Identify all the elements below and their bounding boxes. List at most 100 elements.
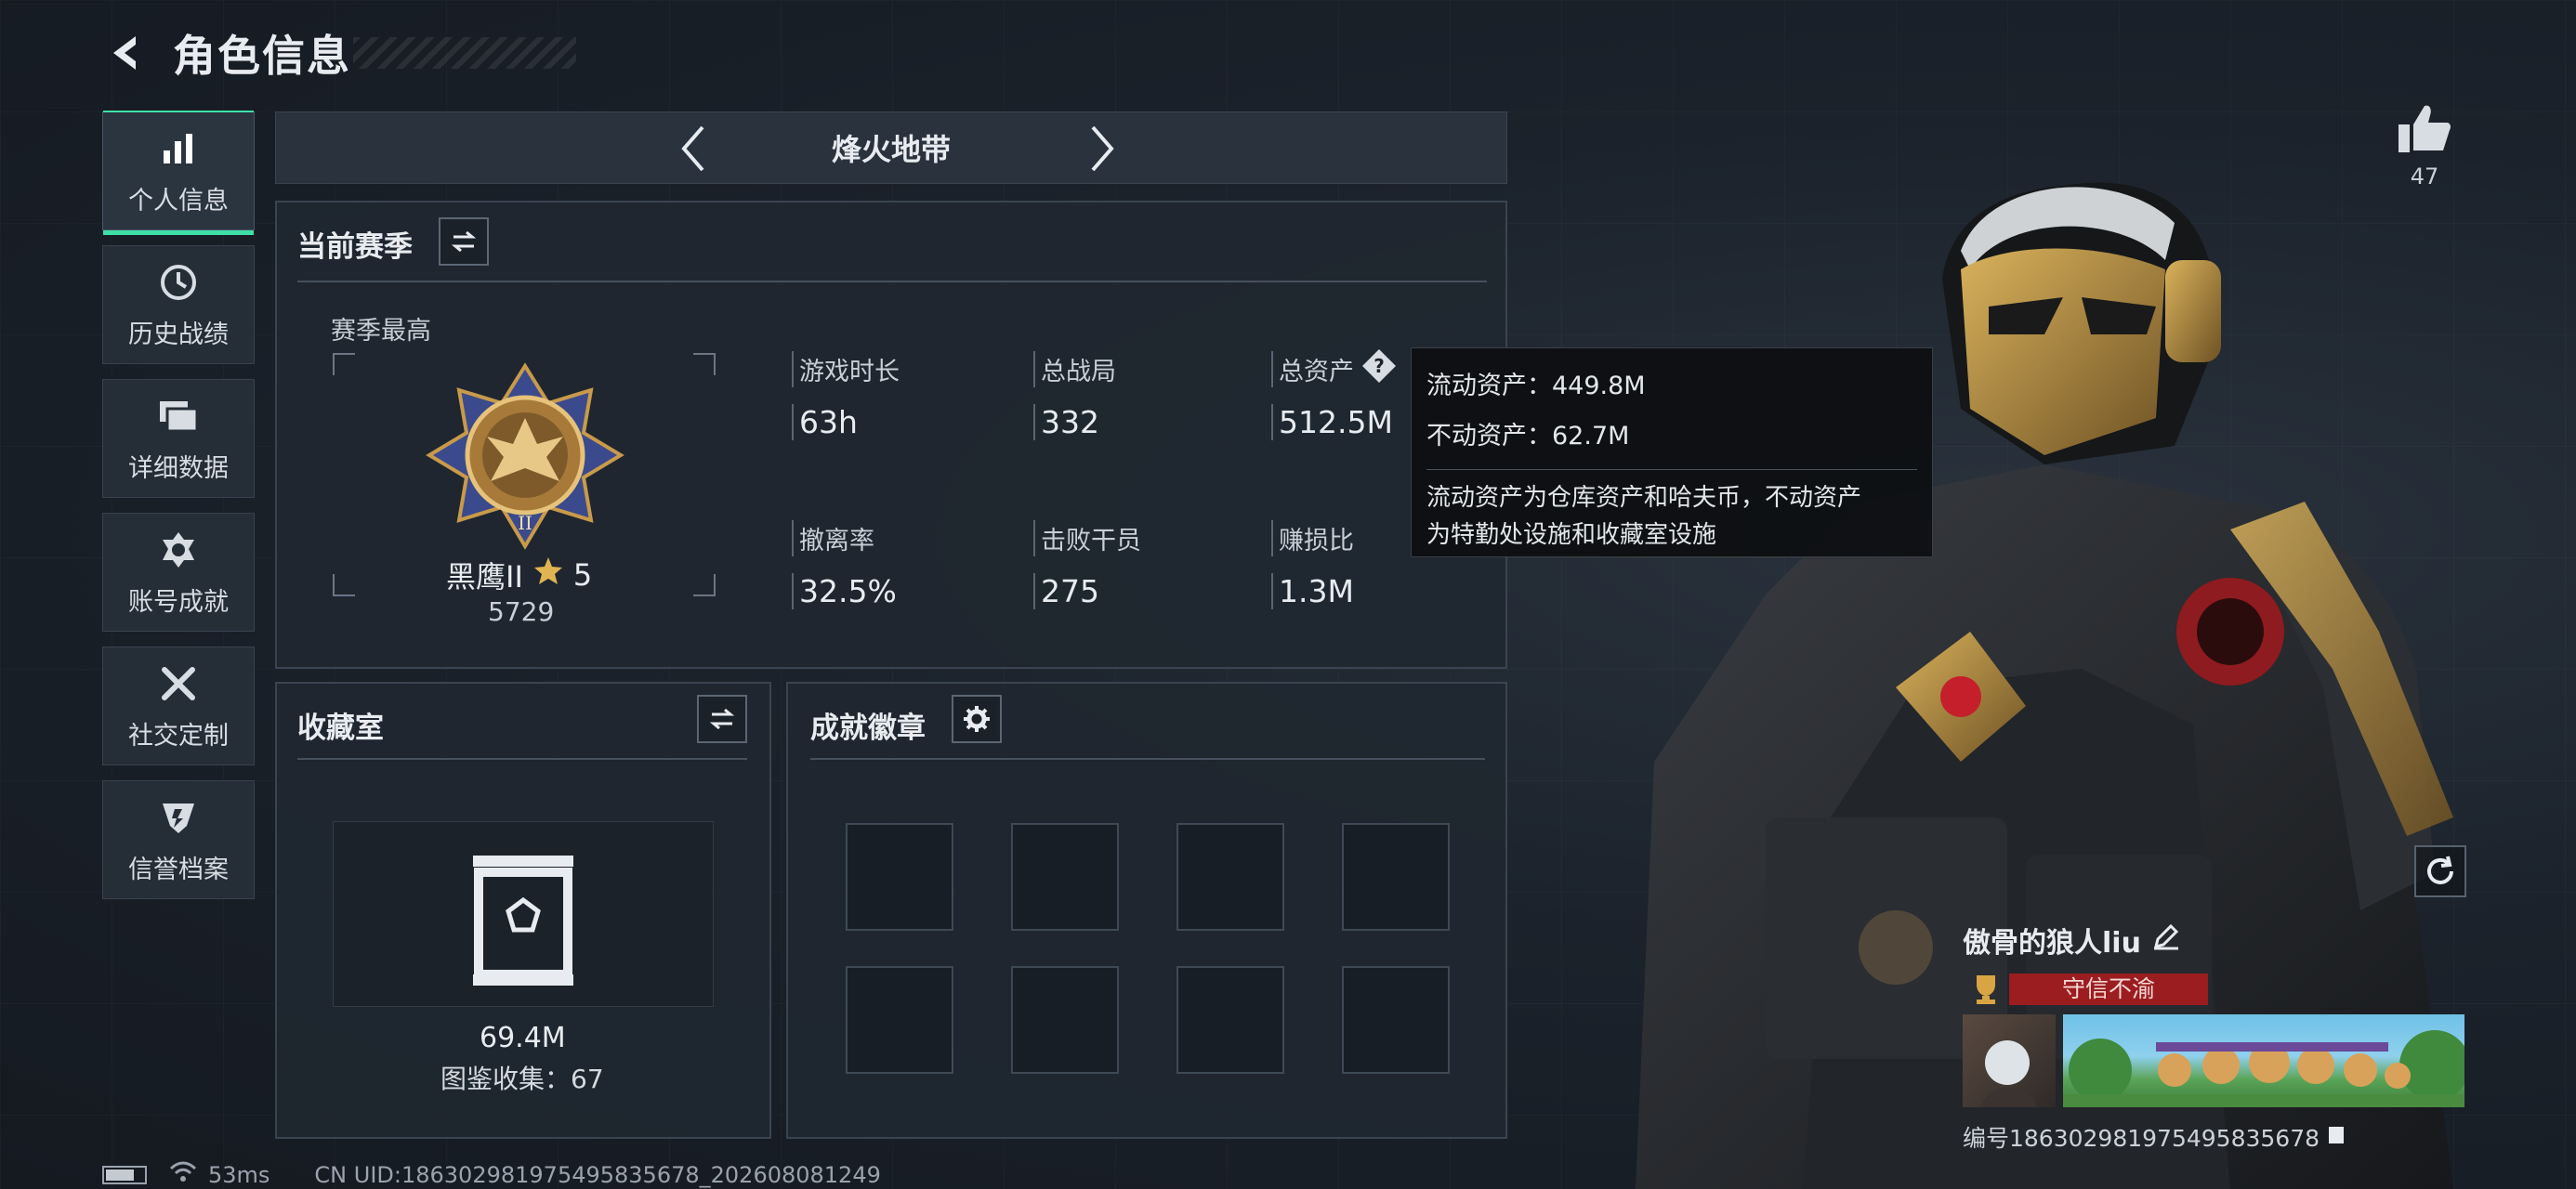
- vault-value: 69.4M: [480, 1022, 566, 1054]
- chevron-right-icon[interactable]: [1077, 124, 1127, 174]
- section-divider: [297, 281, 1487, 282]
- player-title: 守信不渝: [2009, 973, 2208, 1005]
- stat-label: 撤离率: [792, 520, 1005, 556]
- back-arrow-icon[interactable]: [100, 27, 152, 79]
- rank-score: 5729: [488, 596, 555, 627]
- assets-tooltip: 流动资产：449.8M 不动资产：62.7M 流动资产为仓库资产和哈夫币，不动资…: [1411, 347, 1933, 557]
- medal-icon: [156, 528, 201, 572]
- page-header: 角色信息: [100, 20, 351, 85]
- chevron-left-icon[interactable]: [668, 124, 718, 174]
- thumbs-up-icon: [2399, 105, 2451, 152]
- nav-label: 信誉档案: [128, 855, 229, 884]
- section-divider: [297, 758, 747, 760]
- nav-item-achievements[interactable]: 账号成就: [102, 513, 255, 632]
- player-banner[interactable]: [2063, 1014, 2464, 1107]
- player-visuals: [1963, 1014, 2472, 1107]
- edit-icon[interactable]: [2152, 922, 2180, 958]
- nav-label: 详细数据: [128, 453, 229, 483]
- stat-label: 击败干员: [1033, 520, 1247, 556]
- nav-item-social[interactable]: 社交定制: [102, 647, 255, 765]
- tooltip-liquid-assets: 流动资产：449.8M: [1426, 372, 1646, 400]
- vault-preview[interactable]: [333, 821, 714, 1007]
- badge-slot[interactable]: [1342, 823, 1450, 931]
- stat-total-matches: 总战局 332: [1033, 351, 1247, 440]
- tooltip-desc-line-1: 流动资产为仓库资产和哈夫币，不动资产: [1426, 484, 1862, 512]
- player-id: 编号18630298197549583567​8: [1963, 1125, 2320, 1152]
- user-uid: CN UID:18630298197549583567​8_2026080812…: [314, 1162, 881, 1188]
- bar-chart-icon: [156, 126, 201, 171]
- player-name-row: 傲骨的狼人liu: [1963, 920, 2472, 960]
- vault-switch-button[interactable]: [697, 695, 747, 743]
- rank-name: 黑鹰II: [446, 559, 523, 594]
- clock-icon: [156, 260, 201, 305]
- stat-kills: 击败干员 275: [1033, 520, 1247, 609]
- vault-title: 收藏室: [297, 712, 384, 745]
- player-id-row: 编号18630298197549583567​8: [1963, 1120, 2472, 1154]
- player-title-bar: 守信不渝: [1963, 973, 2472, 1005]
- help-icon[interactable]: ?: [1360, 347, 1398, 385]
- refresh-button[interactable]: [2414, 845, 2466, 897]
- rank-medal-icon: II: [424, 362, 626, 554]
- player-avatar[interactable]: [1963, 1014, 2056, 1107]
- rank-name-line: 黑鹰II 5: [446, 554, 592, 596]
- stat-value: 32.5%: [792, 573, 1005, 609]
- badge-slot[interactable]: [1011, 966, 1119, 1074]
- stat-value: 1.3M: [1271, 573, 1485, 609]
- status-footer: 53ms CN UID:18630298197549583567​8_20260…: [102, 1161, 881, 1189]
- vault-collection-count: 图鉴收集：67: [440, 1064, 604, 1094]
- tooltip-divider: [1426, 469, 1917, 470]
- nav-label: 社交定制: [128, 721, 229, 751]
- refresh-icon: [2427, 856, 2453, 884]
- season-switch-button[interactable]: [439, 217, 489, 266]
- player-card: 傲骨的狼人liu 守信不渝 编号1863029: [1963, 920, 2472, 1152]
- rank-stars: 5: [572, 557, 593, 593]
- folder-icon: [156, 394, 201, 438]
- stat-value: 63h: [792, 404, 1005, 440]
- nav-item-details[interactable]: 详细数据: [102, 379, 255, 498]
- badge-slot[interactable]: [1342, 966, 1450, 1074]
- tools-icon: [156, 661, 201, 706]
- trophy-icon: [1963, 973, 2009, 1005]
- like-count: 47: [2410, 163, 2439, 189]
- mode-name: 烽火地带: [831, 132, 951, 167]
- svg-text:?: ?: [1373, 355, 1385, 377]
- badges-settings-button[interactable]: [952, 695, 1002, 743]
- tooltip-desc-line-2: 为特勤处设施和收藏室设施: [1426, 521, 1717, 549]
- swap-icon: [451, 230, 477, 253]
- badge-slot[interactable]: [846, 966, 953, 1074]
- nav-label: 个人信息: [128, 186, 229, 216]
- nav-label: 账号成就: [128, 587, 229, 617]
- season-best-label: 赛季最高: [331, 317, 431, 346]
- nav-item-personal-info[interactable]: 个人信息: [102, 111, 255, 235]
- nav-item-reputation[interactable]: 信誉档案: [102, 780, 255, 899]
- badge-slot[interactable]: [846, 823, 953, 931]
- svg-text:II: II: [518, 512, 532, 534]
- copy-icon[interactable]: [2325, 1124, 2346, 1151]
- shield-icon: [156, 795, 201, 840]
- badge-slot[interactable]: [1176, 966, 1284, 1074]
- nav-item-history[interactable]: 历史战绩: [102, 245, 255, 364]
- nav-label: 历史战绩: [128, 320, 229, 349]
- title-decoration: [353, 37, 576, 69]
- swap-icon: [709, 708, 735, 730]
- stat-extraction-rate: 撤离率 32.5%: [792, 520, 1005, 609]
- gear-icon: [964, 706, 990, 732]
- stat-label: 游戏时长: [792, 351, 1005, 387]
- battery-icon: [102, 1166, 147, 1184]
- vault-case-icon: [473, 856, 573, 986]
- badges-title: 成就徽章: [810, 712, 926, 745]
- wifi-icon: [169, 1161, 197, 1189]
- ping-value: 53ms: [208, 1162, 270, 1188]
- season-title: 当前赛季: [297, 230, 413, 264]
- star-icon: [532, 555, 564, 594]
- stat-label: 总战局: [1033, 351, 1247, 387]
- mode-selector: 烽火地带: [275, 111, 1507, 184]
- badge-slot[interactable]: [1011, 823, 1119, 931]
- stat-value: 275: [1033, 573, 1247, 609]
- like-button[interactable]: 47: [2392, 102, 2457, 189]
- stat-value: 332: [1033, 404, 1247, 440]
- tooltip-fixed-assets: 不动资产：62.7M: [1426, 422, 1630, 451]
- badge-slot[interactable]: [1176, 823, 1284, 931]
- player-name: 傲骨的狼人liu: [1963, 927, 2141, 960]
- side-nav: 个人信息 历史战绩 详细数据 账号成就 社交定制 信誉档案: [102, 111, 255, 914]
